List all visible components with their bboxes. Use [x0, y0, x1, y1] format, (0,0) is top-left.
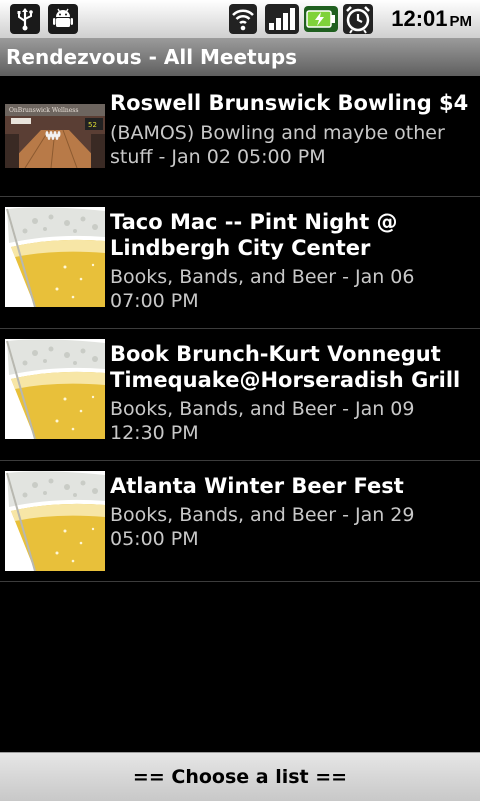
- meetup-subtitle: Books, Bands, and Beer - Jan 29 05:00 PM: [110, 504, 415, 550]
- signal-icon: [264, 4, 300, 34]
- meetup-title: Taco Mac -- Pint Night @ Lindbergh City …: [110, 210, 398, 260]
- thumbnail-caption: OnBrunswick Wellness: [9, 107, 78, 114]
- meetup-subtitle: Books, Bands, and Beer - Jan 06 07:00 PM: [110, 266, 415, 312]
- title-bar: Rendezvous - All Meetups: [0, 38, 480, 76]
- battery-icon: [304, 4, 338, 34]
- meetup-subtitle: Books, Bands, and Beer - Jan 09 12:30 PM: [110, 398, 415, 444]
- clock: 12:01 PM: [391, 6, 472, 35]
- meetup-title: Book Brunch-Kurt Vonnegut Timequake@Hors…: [110, 342, 461, 392]
- list-item[interactable]: Atlanta Winter Beer Fest Books, Bands, a…: [0, 461, 480, 582]
- beer-glass-photo-icon: [5, 339, 105, 439]
- page-title: Rendezvous - All Meetups: [6, 45, 298, 69]
- meetup-title: Roswell Brunswick Bowling $4: [110, 91, 469, 115]
- meetup-subtitle: (BAMOS) Bowling and maybe other stuff - …: [110, 122, 445, 168]
- alarm-icon: [342, 4, 374, 34]
- android-icon: [48, 4, 78, 34]
- status-bar: 12:01 PM: [0, 0, 480, 39]
- beer-glass-photo-icon: [5, 207, 105, 307]
- wifi-icon: [228, 4, 258, 34]
- svg-text:52: 52: [88, 121, 97, 129]
- beer-glass-photo-icon: [5, 471, 105, 571]
- meetup-list: OnBrunswick Wellness 52 Roswell Brunswic…: [0, 76, 480, 582]
- clock-time: 12:01: [391, 6, 448, 31]
- list-item[interactable]: Book Brunch-Kurt Vonnegut Timequake@Hors…: [0, 329, 480, 461]
- list-item[interactable]: OnBrunswick Wellness 52 Roswell Brunswic…: [0, 76, 480, 197]
- list-item[interactable]: Taco Mac -- Pint Night @ Lindbergh City …: [0, 197, 480, 329]
- choose-list-button[interactable]: == Choose a list ==: [0, 752, 480, 801]
- choose-list-label: == Choose a list ==: [132, 766, 348, 788]
- clock-ampm: PM: [449, 13, 473, 30]
- bowling-photo-icon: OnBrunswick Wellness 52: [5, 104, 105, 168]
- usb-icon: [10, 4, 40, 34]
- meetup-title: Atlanta Winter Beer Fest: [110, 474, 404, 498]
